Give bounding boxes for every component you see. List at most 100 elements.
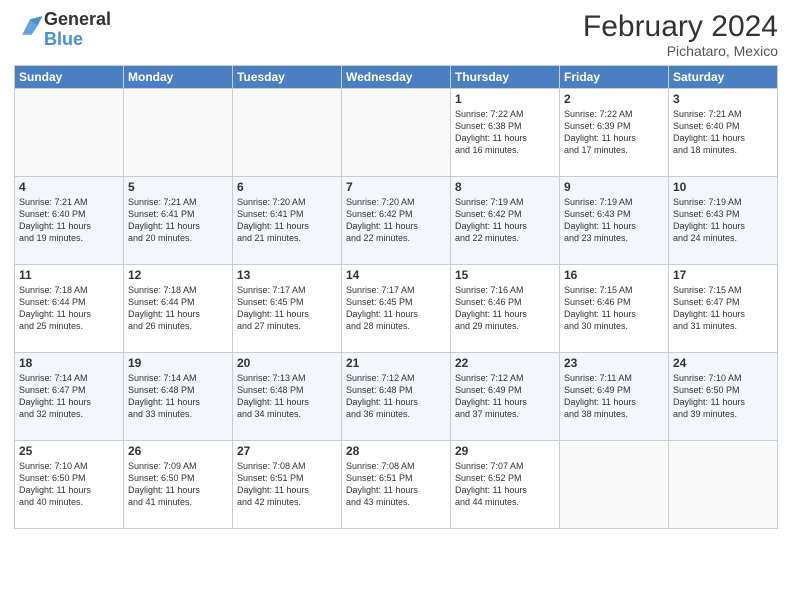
day-info: Sunrise: 7:14 AM Sunset: 6:47 PM Dayligh…: [19, 372, 119, 421]
day-number: 5: [128, 180, 228, 194]
day-number: 26: [128, 444, 228, 458]
day-number: 4: [19, 180, 119, 194]
calendar-cell: 11Sunrise: 7:18 AM Sunset: 6:44 PM Dayli…: [15, 265, 124, 353]
day-number: 21: [346, 356, 446, 370]
calendar-cell: 16Sunrise: 7:15 AM Sunset: 6:46 PM Dayli…: [560, 265, 669, 353]
calendar-day-header: Saturday: [669, 66, 778, 89]
day-info: Sunrise: 7:22 AM Sunset: 6:39 PM Dayligh…: [564, 108, 664, 157]
calendar-cell: 24 Sunrise: 7:10 AM Sunset: 6:50 PM Dayli…: [669, 353, 778, 441]
day-info: Sunrise: 7:09 AM Sunset: 6:50 PM Dayligh…: [128, 460, 228, 509]
day-info: Sunrise: 7:08 AM Sunset: 6:51 PM Dayligh…: [237, 460, 337, 509]
calendar-day-header: Thursday: [451, 66, 560, 89]
day-number: 11: [19, 268, 119, 282]
calendar-cell: [560, 441, 669, 529]
day-number: 6: [237, 180, 337, 194]
day-number: 12: [128, 268, 228, 282]
page: GeneralBlue February 2024 Pichataro, Mex…: [0, 0, 792, 612]
day-number: 22: [455, 356, 555, 370]
day-info: Sunrise: 7:17 AM Sunset: 6:45 PM Dayligh…: [346, 284, 446, 333]
calendar-cell: 23Sunrise: 7:11 AM Sunset: 6:49 PM Dayli…: [560, 353, 669, 441]
calendar-cell: 2 Sunrise: 7:22 AM Sunset: 6:39 PM Daylig…: [560, 89, 669, 177]
day-info: Sunrise: 7:13 AM Sunset: 6:48 PM Dayligh…: [237, 372, 337, 421]
calendar-cell: 14Sunrise: 7:17 AM Sunset: 6:45 PM Dayli…: [342, 265, 451, 353]
calendar-cell: 29 Sunrise: 7:07 AM Sunset: 6:52 PM Dayli…: [451, 441, 560, 529]
calendar-cell: 6 Sunrise: 7:20 AM Sunset: 6:41 PM Daylig…: [233, 177, 342, 265]
day-number: 8: [455, 180, 555, 194]
calendar-cell: 4 Sunrise: 7:21 AM Sunset: 6:40 PM Daylig…: [15, 177, 124, 265]
calendar-cell: 17 Sunrise: 7:15 AM Sunset: 6:47 PM Dayli…: [669, 265, 778, 353]
calendar-table: SundayMondayTuesdayWednesdayThursdayFrid…: [14, 65, 778, 529]
calendar-week-row: 18 Sunrise: 7:14 AM Sunset: 6:47 PM Dayli…: [15, 353, 778, 441]
calendar-cell: 12 Sunrise: 7:18 AM Sunset: 6:44 PM Dayli…: [124, 265, 233, 353]
main-title: February 2024: [583, 10, 778, 43]
day-info: Sunrise: 7:20 AM Sunset: 6:42 PM Dayligh…: [346, 196, 446, 245]
subtitle: Pichataro, Mexico: [583, 43, 778, 59]
calendar-cell: [233, 89, 342, 177]
calendar-cell: 18 Sunrise: 7:14 AM Sunset: 6:47 PM Dayli…: [15, 353, 124, 441]
calendar-cell: 13 Sunrise: 7:17 AM Sunset: 6:45 PM Dayli…: [233, 265, 342, 353]
day-number: 13: [237, 268, 337, 282]
calendar-cell: [669, 441, 778, 529]
day-info: Sunrise: 7:16 AM Sunset: 6:46 PM Dayligh…: [455, 284, 555, 333]
calendar-day-header: Monday: [124, 66, 233, 89]
calendar-cell: 1Sunrise: 7:22 AM Sunset: 6:38 PM Daylig…: [451, 89, 560, 177]
day-number: 7: [346, 180, 446, 194]
calendar-cell: 19 Sunrise: 7:14 AM Sunset: 6:48 PM Dayli…: [124, 353, 233, 441]
calendar-cell: 5 Sunrise: 7:21 AM Sunset: 6:41 PM Daylig…: [124, 177, 233, 265]
day-info: Sunrise: 7:21 AM Sunset: 6:41 PM Dayligh…: [128, 196, 228, 245]
day-info: Sunrise: 7:11 AM Sunset: 6:49 PM Dayligh…: [564, 372, 664, 421]
day-number: 19: [128, 356, 228, 370]
day-number: 24: [673, 356, 773, 370]
day-info: Sunrise: 7:19 AM Sunset: 6:43 PM Dayligh…: [673, 196, 773, 245]
calendar-header-row: SundayMondayTuesdayWednesdayThursdayFrid…: [15, 66, 778, 89]
day-number: 28: [346, 444, 446, 458]
day-info: Sunrise: 7:21 AM Sunset: 6:40 PM Dayligh…: [19, 196, 119, 245]
day-number: 20: [237, 356, 337, 370]
calendar-cell: [15, 89, 124, 177]
day-info: Sunrise: 7:14 AM Sunset: 6:48 PM Dayligh…: [128, 372, 228, 421]
calendar-week-row: 4 Sunrise: 7:21 AM Sunset: 6:40 PM Daylig…: [15, 177, 778, 265]
day-info: Sunrise: 7:20 AM Sunset: 6:41 PM Dayligh…: [237, 196, 337, 245]
day-number: 25: [19, 444, 119, 458]
day-info: Sunrise: 7:07 AM Sunset: 6:52 PM Dayligh…: [455, 460, 555, 509]
logo: GeneralBlue: [14, 10, 111, 50]
calendar-cell: 7 Sunrise: 7:20 AM Sunset: 6:42 PM Daylig…: [342, 177, 451, 265]
day-number: 15: [455, 268, 555, 282]
calendar-cell: 25 Sunrise: 7:10 AM Sunset: 6:50 PM Dayli…: [15, 441, 124, 529]
calendar-cell: 21 Sunrise: 7:12 AM Sunset: 6:48 PM Dayli…: [342, 353, 451, 441]
calendar-cell: 20 Sunrise: 7:13 AM Sunset: 6:48 PM Dayli…: [233, 353, 342, 441]
day-info: Sunrise: 7:10 AM Sunset: 6:50 PM Dayligh…: [673, 372, 773, 421]
calendar-day-header: Tuesday: [233, 66, 342, 89]
day-info: Sunrise: 7:18 AM Sunset: 6:44 PM Dayligh…: [128, 284, 228, 333]
day-info: Sunrise: 7:15 AM Sunset: 6:46 PM Dayligh…: [564, 284, 664, 333]
calendar-week-row: 11 Sunrise: 7:18 AM Sunset: 6:44 PM Dayli…: [15, 265, 778, 353]
calendar-cell: 22Sunrise: 7:12 AM Sunset: 6:49 PM Dayli…: [451, 353, 560, 441]
day-number: 2: [564, 92, 664, 106]
calendar-cell: 15 Sunrise: 7:16 AM Sunset: 6:46 PM Dayli…: [451, 265, 560, 353]
day-info: Sunrise: 7:17 AM Sunset: 6:45 PM Dayligh…: [237, 284, 337, 333]
calendar-cell: 27 Sunrise: 7:08 AM Sunset: 6:51 PM Dayli…: [233, 441, 342, 529]
calendar-week-row: 25 Sunrise: 7:10 AM Sunset: 6:50 PM Dayli…: [15, 441, 778, 529]
day-number: 9: [564, 180, 664, 194]
day-number: 29: [455, 444, 555, 458]
day-info: Sunrise: 7:10 AM Sunset: 6:50 PM Dayligh…: [19, 460, 119, 509]
calendar-cell: 28Sunrise: 7:08 AM Sunset: 6:51 PM Dayli…: [342, 441, 451, 529]
day-info: Sunrise: 7:19 AM Sunset: 6:43 PM Dayligh…: [564, 196, 664, 245]
logo-icon: [16, 13, 44, 41]
day-info: Sunrise: 7:12 AM Sunset: 6:48 PM Dayligh…: [346, 372, 446, 421]
calendar-day-header: Sunday: [15, 66, 124, 89]
header: GeneralBlue February 2024 Pichataro, Mex…: [14, 10, 778, 59]
day-info: Sunrise: 7:15 AM Sunset: 6:47 PM Dayligh…: [673, 284, 773, 333]
calendar-week-row: 1Sunrise: 7:22 AM Sunset: 6:38 PM Daylig…: [15, 89, 778, 177]
day-number: 3: [673, 92, 773, 106]
day-number: 27: [237, 444, 337, 458]
calendar-cell: 10Sunrise: 7:19 AM Sunset: 6:43 PM Dayli…: [669, 177, 778, 265]
calendar-cell: 3Sunrise: 7:21 AM Sunset: 6:40 PM Daylig…: [669, 89, 778, 177]
logo-text: GeneralBlue: [44, 10, 111, 50]
day-number: 1: [455, 92, 555, 106]
day-number: 18: [19, 356, 119, 370]
calendar-cell: [124, 89, 233, 177]
day-number: 17: [673, 268, 773, 282]
calendar-cell: 9 Sunrise: 7:19 AM Sunset: 6:43 PM Daylig…: [560, 177, 669, 265]
calendar-cell: [342, 89, 451, 177]
